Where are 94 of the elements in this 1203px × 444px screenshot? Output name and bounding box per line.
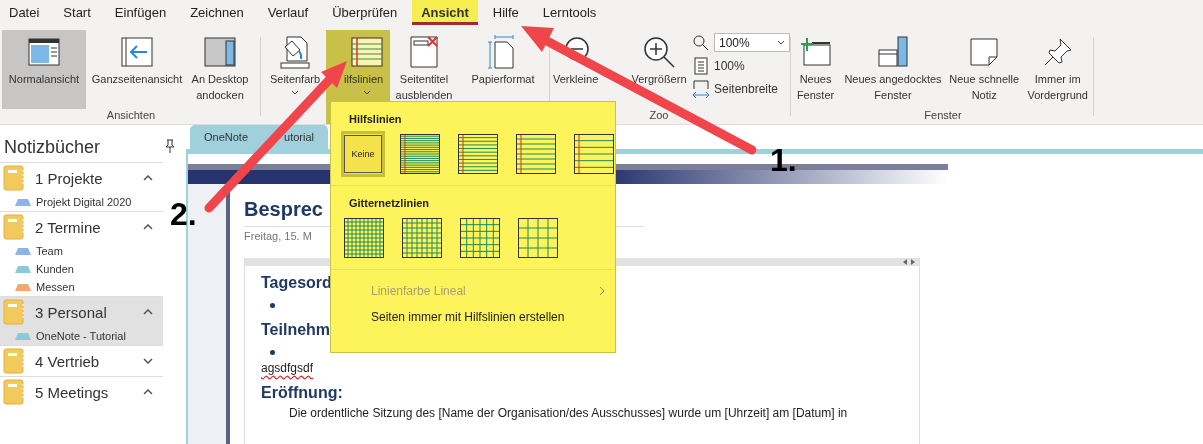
section-item[interactable]: Kunden — [0, 260, 163, 278]
caret-icon — [777, 40, 785, 45]
notebook-item[interactable]: 4 Vertrieb — [0, 346, 163, 376]
chevron-icon[interactable] — [143, 224, 153, 230]
notebook-icon — [3, 348, 25, 374]
page-title-remove-icon — [408, 35, 440, 69]
ribbon-button[interactable]: Neue schnelle Notiz — [947, 30, 1021, 109]
line-style-option[interactable] — [513, 131, 559, 177]
section-tab[interactable]: OneNote utorial — [190, 125, 328, 149]
ribbon-button[interactable]: Seitenbreite — [714, 81, 779, 96]
line-style-option[interactable] — [399, 215, 445, 261]
menu-tab[interactable]: Start — [54, 0, 100, 25]
group-label: Fenster — [924, 109, 962, 123]
page-icon — [694, 56, 708, 75]
menu-tab[interactable]: Verlauf — [258, 0, 318, 25]
ribbon-button[interactable]: Seitenfarb — [266, 30, 324, 124]
docked-window-icon — [877, 36, 909, 68]
notebook-icon — [3, 165, 25, 191]
tab-label: utorial — [284, 131, 314, 143]
line-style-option[interactable] — [455, 131, 501, 177]
chevron-icon[interactable] — [143, 358, 153, 364]
page-title: Besprec — [244, 198, 323, 221]
ribbon-button[interactable]: An Desktop andocken — [188, 30, 252, 109]
new-window-icon — [799, 37, 832, 67]
grid-lines-icon — [518, 218, 558, 258]
menu-item[interactable]: Seiten immer mit Hilfslinien erstellen — [331, 304, 615, 330]
menu-tab[interactable]: Einfügen — [105, 0, 176, 25]
ruled-lines-icon — [516, 134, 556, 174]
grid-lines-icon — [344, 218, 384, 258]
grid-lines-icon — [460, 218, 500, 258]
section-item[interactable]: OneNote - Tutorial — [0, 327, 163, 345]
outline-heading: Eröffnung: — [261, 384, 343, 402]
group-label: Ansichten — [106, 109, 156, 123]
menu-tab[interactable]: Ansicht — [412, 0, 478, 25]
outline-heading: Tagesord — [261, 274, 332, 292]
line-style-option[interactable] — [397, 131, 443, 177]
ribbon-button[interactable]: Neues angedocktes Fenster — [840, 30, 946, 109]
annotation-label: 2. — [170, 196, 197, 233]
window-layout-icon — [28, 38, 60, 66]
ruled-lines-icon — [400, 134, 440, 174]
notebook-icon — [3, 214, 25, 240]
tab-label: OneNote — [204, 131, 249, 143]
chevron-icon[interactable] — [143, 389, 153, 395]
ribbon-button[interactable]: Normalansicht — [2, 30, 86, 109]
pin-icon[interactable] — [164, 138, 176, 153]
line-style-option[interactable] — [341, 215, 387, 261]
outline-heading: Teilnehm — [261, 321, 331, 339]
menu-tab[interactable]: Zeichnen — [181, 0, 253, 25]
ribbon-button[interactable]: Papierformat — [466, 30, 540, 124]
page-width-icon — [692, 79, 710, 98]
note-text: agsdfgsdf — [261, 360, 315, 376]
ruled-lines-icon — [458, 134, 498, 174]
line-style-option[interactable]: Keine — [341, 131, 385, 177]
notebook-item[interactable]: 2 Termine — [0, 212, 163, 242]
line-style-option[interactable] — [457, 215, 503, 261]
section-item[interactable]: Team — [0, 242, 163, 260]
notebook-item[interactable]: 5 Meetings — [0, 377, 163, 407]
section-item[interactable]: Messen — [0, 278, 163, 296]
notebook-icon — [3, 299, 25, 325]
menu-tab[interactable]: Lerntools — [533, 0, 606, 25]
menu-tab[interactable]: Hilfe — [483, 0, 528, 25]
ribbon-button[interactable]: Neues Fenster — [793, 30, 839, 109]
zoom-combo[interactable]: 100% — [714, 33, 790, 52]
note-icon — [969, 37, 1000, 67]
notebook-icon — [3, 379, 25, 405]
resize-arrows-icon[interactable] — [903, 259, 915, 265]
sidebar-title: Notizbücher — [4, 137, 101, 158]
annotation-label: 1. — [770, 142, 797, 179]
pin-icon — [1042, 37, 1073, 67]
ribbon-button[interactable]: Ganzseitenansicht — [88, 30, 186, 109]
ribbon-button[interactable]: Immer im Vordergrund — [1022, 30, 1093, 109]
chevron-icon[interactable] — [143, 309, 153, 315]
line-style-option[interactable] — [515, 215, 561, 261]
notebook-item[interactable]: 3 Personal — [0, 297, 163, 327]
paint-page-icon — [279, 35, 311, 69]
ruled-page-icon — [350, 37, 383, 67]
group-label: Zoo — [649, 109, 669, 123]
section-item[interactable]: Projekt Digital 2020 — [0, 193, 163, 211]
menu-heading: Gitternetzlinien — [348, 196, 431, 211]
zoom-in-icon — [642, 35, 676, 69]
chevron-icon[interactable] — [143, 175, 153, 181]
notebook-item[interactable]: 1 Projekte — [0, 163, 163, 193]
search-icon — [693, 34, 709, 51]
docked-window-icon — [204, 37, 236, 67]
menu-tab[interactable]: Überprüfen — [323, 0, 407, 25]
bullet-point — [270, 349, 275, 355]
ribbon-button[interactable]: 100% — [714, 58, 745, 73]
ruled-lines-icon — [574, 134, 614, 174]
menu-tab[interactable]: Datei — [0, 0, 49, 25]
line-style-option[interactable] — [571, 131, 617, 177]
grid-lines-icon — [402, 218, 442, 258]
note-paragraph: Die ordentliche Sitzung des [Name der Organisation/des Ausschusses] wurde um [Uhrzeit] am [Datum] in — [288, 406, 849, 420]
bullet-point — [270, 302, 275, 308]
ribbon-button[interactable]: Vergrößern — [628, 30, 690, 109]
